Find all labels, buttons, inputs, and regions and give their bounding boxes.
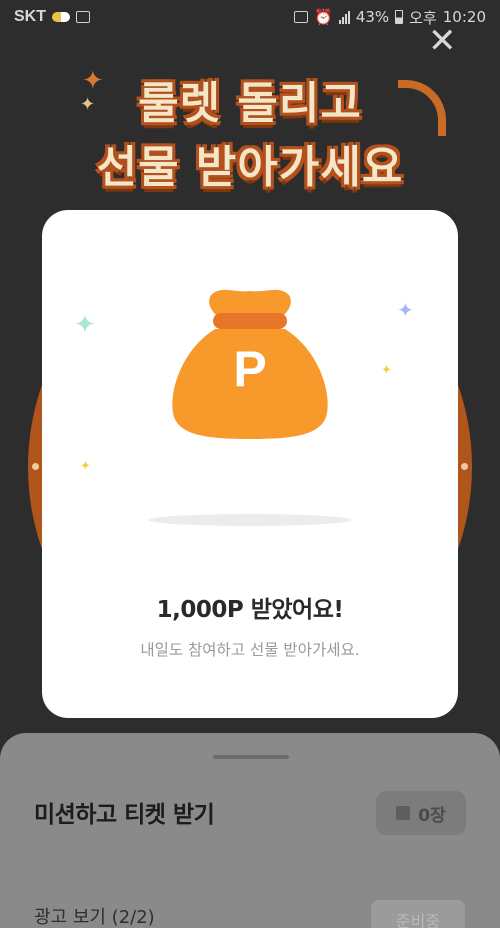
sparkle-icon: ✦ bbox=[80, 94, 96, 115]
modal-title: 1,000P 받았어요! bbox=[156, 597, 344, 623]
sparkle-icon: ✦ bbox=[82, 66, 104, 96]
lte-icon bbox=[76, 11, 90, 23]
ticket-count-badge: 0장 bbox=[376, 791, 466, 835]
ticket-icon bbox=[396, 806, 411, 820]
bag-letter: P bbox=[233, 341, 267, 397]
close-icon[interactable]: ✕ bbox=[428, 24, 457, 58]
sparkle-icon: ✦ bbox=[397, 298, 414, 322]
sparkle-icon: ✦ bbox=[74, 310, 96, 340]
sheet-handle[interactable] bbox=[213, 755, 289, 759]
vibrate-icon bbox=[294, 11, 309, 23]
mission-sheet: 미션하고 티켓 받기 0장 광고 보기 (2/2) 준비중 bbox=[0, 733, 500, 928]
pill-icon bbox=[52, 12, 70, 22]
ad-watch-label: 광고 보기 (2/2) bbox=[34, 907, 155, 928]
sparkle-icon: ✦ bbox=[381, 363, 392, 378]
modal-subtitle: 내일도 참여하고 선물 받아가세요. bbox=[140, 641, 360, 659]
battery-icon bbox=[395, 10, 404, 24]
banner-line-2: 선물 받아가세요 bbox=[96, 142, 404, 193]
roulette-banner: ✦ ✦ 룰렛 돌리고 선물 받아가세요 bbox=[60, 66, 446, 232]
alarm-icon: ⏰ bbox=[314, 8, 333, 26]
reward-modal: ✦ ✦ ✦ ✦ P 1,000P 받았어요! 내일도 참여하고 선물 받아가세요… bbox=[42, 210, 458, 718]
sheet-title: 미션하고 티켓 받기 bbox=[34, 802, 215, 828]
wheel-dot bbox=[32, 463, 39, 470]
bag-shadow bbox=[149, 514, 351, 526]
status-right: ⏰ 43% 오후 10:20 bbox=[294, 7, 486, 28]
carrier-label: SKT bbox=[14, 8, 46, 25]
sparkle-icon: ✦ bbox=[80, 459, 91, 474]
wheel-dot bbox=[461, 463, 468, 470]
signal-icon bbox=[338, 10, 350, 24]
battery-percent: 43% bbox=[355, 8, 390, 26]
ticket-count: 0장 bbox=[418, 805, 446, 826]
ad-watch-button[interactable]: 준비중 bbox=[371, 900, 465, 928]
banner-line-1: 룰렛 돌리고 bbox=[138, 78, 362, 129]
status-left: SKT bbox=[14, 8, 90, 26]
status-bar: SKT ⏰ 43% 오후 10:20 bbox=[0, 0, 500, 34]
